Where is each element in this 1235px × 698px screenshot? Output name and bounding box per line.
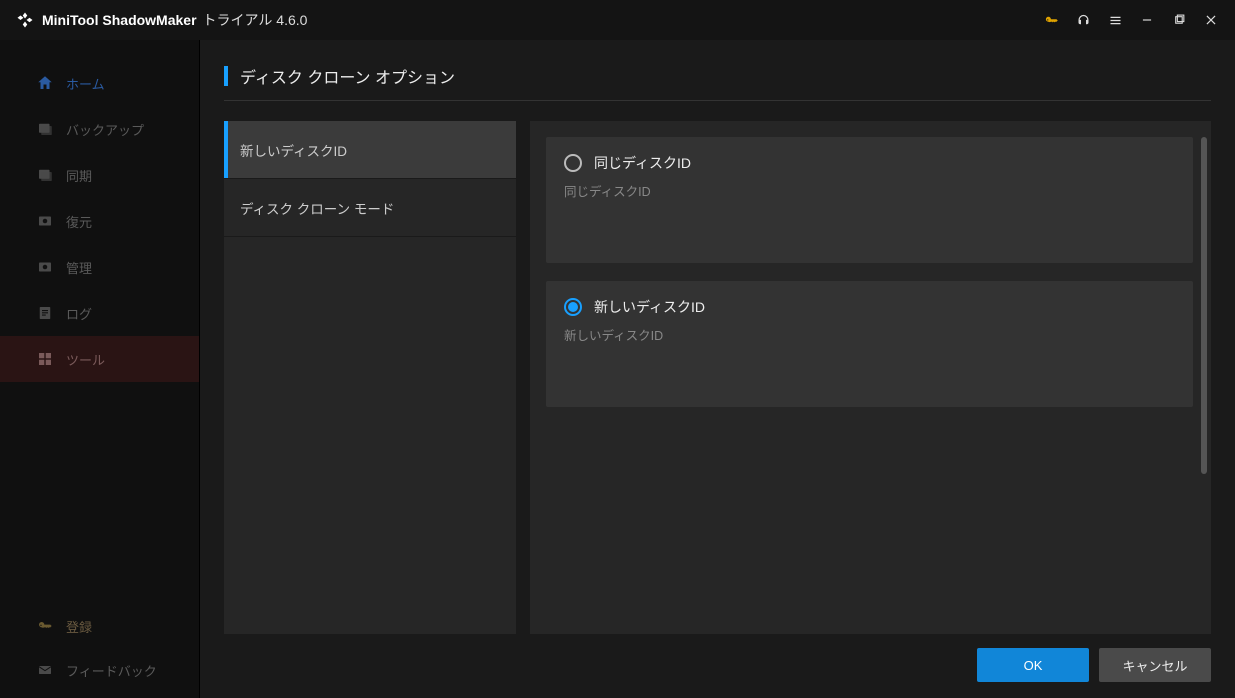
sidebar-item-register[interactable]: 登録	[0, 604, 199, 648]
sidebar-item-label: ログ	[66, 304, 92, 323]
sidebar-item-manage[interactable]: 管理	[0, 244, 199, 290]
sidebar-item-label: 同期	[66, 166, 92, 185]
options-tab-list: 新しいディスクID ディスク クローン モード	[224, 121, 516, 634]
tab-label: 新しいディスクID	[240, 140, 347, 160]
page-title: ディスク クローン オプション	[240, 64, 455, 88]
sidebar-item-label: ツール	[66, 350, 105, 369]
minimize-icon[interactable]	[1131, 4, 1163, 36]
option-title: 同じディスクID	[594, 153, 691, 173]
option-desc: 新しいディスクID	[564, 325, 1175, 344]
scrollbar-thumb[interactable]	[1201, 137, 1207, 474]
sidebar-item-log[interactable]: ログ	[0, 290, 199, 336]
close-icon[interactable]	[1195, 4, 1227, 36]
key-icon	[36, 617, 54, 635]
option-new-disk-id[interactable]: 新しいディスクID 新しいディスクID	[546, 281, 1193, 407]
sync-icon	[36, 166, 54, 184]
sidebar-item-label: ホーム	[66, 74, 105, 93]
manage-icon	[36, 258, 54, 276]
ok-button[interactable]: OK	[977, 648, 1089, 682]
sidebar-item-sync[interactable]: 同期	[0, 152, 199, 198]
sidebar-item-restore[interactable]: 復元	[0, 198, 199, 244]
sidebar-item-label: 管理	[66, 258, 92, 277]
backup-icon	[36, 120, 54, 138]
sidebar-item-label: 登録	[66, 617, 92, 636]
sidebar-item-label: 復元	[66, 212, 92, 231]
mail-icon	[36, 661, 54, 679]
restore-icon	[36, 212, 54, 230]
sidebar-item-backup[interactable]: バックアップ	[0, 106, 199, 152]
sidebar-item-label: フィードバック	[66, 661, 157, 680]
radio-icon[interactable]	[564, 298, 582, 316]
sidebar-item-tools[interactable]: ツール	[0, 336, 199, 382]
home-icon	[36, 74, 54, 92]
main-area: ディスク クローン オプション 新しいディスクID ディスク クローン モード …	[200, 40, 1235, 698]
tab-clone-mode[interactable]: ディスク クローン モード	[224, 179, 516, 237]
page-header: ディスク クローン オプション	[224, 64, 1211, 101]
option-desc: 同じディスクID	[564, 181, 1175, 200]
titlebar: MiniTool ShadowMakerトライアル 4.6.0	[0, 0, 1235, 40]
header-accent-bar	[224, 66, 228, 86]
options-panel: 同じディスクID 同じディスクID 新しいディスクID 新しいディスクID	[530, 121, 1211, 634]
tab-label: ディスク クローン モード	[240, 198, 394, 218]
tab-new-disk-id[interactable]: 新しいディスクID	[224, 121, 516, 179]
option-same-disk-id[interactable]: 同じディスクID 同じディスクID	[546, 137, 1193, 263]
app-logo-icon	[16, 11, 34, 29]
radio-icon[interactable]	[564, 154, 582, 172]
sidebar-item-label: バックアップ	[66, 120, 144, 139]
option-title: 新しいディスクID	[594, 297, 705, 317]
key-icon[interactable]	[1035, 4, 1067, 36]
log-icon	[36, 304, 54, 322]
app-title: MiniTool ShadowMakerトライアル 4.6.0	[42, 10, 307, 30]
headset-icon[interactable]	[1067, 4, 1099, 36]
sidebar: ホーム バックアップ 同期 復元 管理 ログ	[0, 40, 200, 698]
sidebar-item-feedback[interactable]: フィードバック	[0, 648, 199, 692]
maximize-icon[interactable]	[1163, 4, 1195, 36]
sidebar-item-home[interactable]: ホーム	[0, 60, 199, 106]
dialog-footer: OK キャンセル	[224, 634, 1211, 682]
scrollbar[interactable]	[1201, 137, 1207, 618]
tools-icon	[36, 350, 54, 368]
cancel-button[interactable]: キャンセル	[1099, 648, 1211, 682]
menu-icon[interactable]	[1099, 4, 1131, 36]
